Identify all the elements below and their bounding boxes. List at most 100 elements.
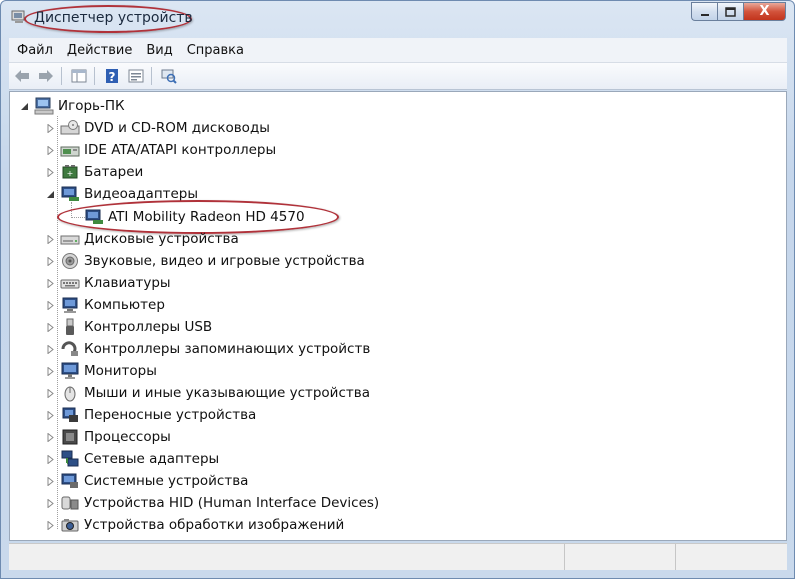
expand-arrow-icon[interactable] [44, 278, 56, 288]
tree-item-computer[interactable]: Компьютер [44, 295, 165, 315]
tree-item-sound[interactable]: Звуковые, видео и игровые устройства [44, 251, 365, 271]
expand-arrow-icon[interactable] [44, 410, 56, 420]
minimize-icon [700, 13, 709, 16]
collapse-arrow-icon[interactable] [44, 190, 56, 199]
tree-item-system[interactable]: Системные устройства [44, 471, 248, 491]
processor-icon [60, 428, 80, 446]
device-tree[interactable]: Игорь-ПК DVD и CD-ROM дисководы IDE ATA/… [9, 91, 787, 541]
scan-hardware-button[interactable] [158, 66, 180, 86]
expand-arrow-icon[interactable] [44, 498, 56, 508]
tree-item-label: Устройства HID (Human Interface Devices) [84, 495, 380, 511]
tree-item-label: Компьютер [84, 297, 165, 313]
expand-arrow-icon[interactable] [44, 300, 56, 310]
tree-item-label: Системные устройства [84, 473, 249, 489]
close-icon: X [759, 4, 770, 19]
properties-button[interactable] [68, 66, 90, 86]
sound-icon [60, 252, 80, 270]
tree-item-label: Процессоры [84, 429, 171, 445]
tree-item-label: Контроллеры запоминающих устройств [84, 341, 371, 357]
expand-arrow-icon[interactable] [44, 432, 56, 442]
toolbar-separator [61, 67, 62, 85]
toolbar-separator [94, 67, 95, 85]
status-cell-secondary [565, 544, 676, 570]
system-device-icon [60, 472, 80, 490]
expand-arrow-icon[interactable] [44, 145, 56, 155]
tree-item-battery[interactable]: + Батареи [44, 162, 143, 182]
expand-arrow-icon[interactable] [44, 344, 56, 354]
tree-item-label: Контроллеры USB [84, 319, 213, 335]
tree-item-processors[interactable]: Процессоры [44, 427, 171, 447]
toolbar: ? [9, 63, 787, 90]
tree-item-ide[interactable]: IDE ATA/ATAPI контроллеры [44, 140, 276, 160]
expand-arrow-icon[interactable] [44, 167, 56, 177]
expand-arrow-icon[interactable] [44, 520, 56, 530]
tree-item-storage-controllers[interactable]: Контроллеры запоминающих устройств [44, 339, 370, 359]
maximize-button[interactable] [717, 2, 743, 21]
properties-icon [128, 69, 144, 83]
tree-item-label: Клавиатуры [84, 275, 171, 291]
expand-arrow-icon[interactable] [44, 123, 56, 133]
usb-icon [60, 318, 80, 336]
maximize-icon [725, 6, 736, 17]
menu-help[interactable]: Справка [181, 43, 250, 58]
close-button[interactable]: X [743, 2, 786, 21]
status-bar [9, 543, 787, 570]
tree-item-label: Мониторы [84, 363, 157, 379]
tree-item-label: DVD и CD-ROM дисководы [84, 120, 270, 136]
monitor-icon [60, 362, 80, 380]
expand-arrow-icon[interactable] [44, 476, 56, 486]
tree-item-usb[interactable]: Контроллеры USB [44, 317, 212, 337]
menu-view[interactable]: Вид [140, 43, 178, 58]
imaging-device-icon [60, 516, 80, 534]
title-bar[interactable]: Диспетчер устройств X [1, 1, 794, 35]
status-cell-tertiary [676, 544, 786, 570]
minimize-button[interactable] [691, 2, 717, 21]
tree-item-label: Сетевые адаптеры [84, 451, 220, 467]
window-title: Диспетчер устройств [34, 10, 193, 26]
mouse-icon [60, 384, 80, 402]
keyboard-icon [60, 274, 80, 292]
menu-file[interactable]: Файл [11, 43, 59, 58]
computer-icon [34, 97, 54, 115]
console-tree-icon [71, 69, 87, 83]
tree-item-disk-drives[interactable]: Дисковые устройства [44, 229, 239, 249]
back-button[interactable] [11, 66, 33, 86]
tree-item-portable[interactable]: Переносные устройства [44, 405, 256, 425]
tree-item-label: Дисковые устройства [84, 231, 239, 247]
expand-arrow-icon[interactable] [44, 322, 56, 332]
expand-arrow-icon[interactable] [44, 256, 56, 266]
computer-icon [60, 296, 80, 314]
svg-text:?: ? [109, 70, 116, 84]
back-icon [15, 70, 29, 82]
expand-arrow-icon[interactable] [44, 366, 56, 376]
tree-item-monitors[interactable]: Мониторы [44, 361, 157, 381]
dvd-drive-icon [60, 119, 80, 137]
scan-hardware-icon [161, 69, 177, 84]
expand-arrow-icon[interactable] [44, 234, 56, 244]
tree-root-node[interactable]: Игорь-ПК [18, 96, 125, 116]
tree-item-label: Батареи [84, 164, 144, 180]
expand-arrow-icon[interactable] [44, 454, 56, 464]
tree-root-label: Игорь-ПК [58, 98, 125, 114]
help-button[interactable]: ? [101, 66, 123, 86]
network-adapter-icon [60, 450, 80, 468]
tree-item-label: Мыши и иные указывающие устройства [84, 385, 370, 401]
svg-text:+: + [67, 169, 74, 178]
collapse-arrow-icon[interactable] [18, 102, 30, 111]
forward-icon [39, 70, 53, 82]
menu-action[interactable]: Действие [61, 43, 138, 58]
tree-item-network[interactable]: Сетевые адаптеры [44, 449, 219, 469]
status-cell-main [9, 544, 565, 570]
tree-item-imaging[interactable]: Устройства обработки изображений [44, 515, 344, 535]
disk-drive-icon [60, 230, 80, 248]
properties-sheet-button[interactable] [125, 66, 147, 86]
portable-device-icon [60, 406, 80, 424]
tree-item-hid[interactable]: Устройства HID (Human Interface Devices) [44, 493, 379, 513]
menu-bar: Файл Действие Вид Справка [9, 38, 787, 63]
tree-item-keyboards[interactable]: Клавиатуры [44, 273, 171, 293]
expand-arrow-icon[interactable] [44, 388, 56, 398]
tree-item-mice[interactable]: Мыши и иные указывающие устройства [44, 383, 370, 403]
forward-button[interactable] [35, 66, 57, 86]
tree-item-dvd[interactable]: DVD и CD-ROM дисководы [44, 118, 270, 138]
toolbar-separator [151, 67, 152, 85]
